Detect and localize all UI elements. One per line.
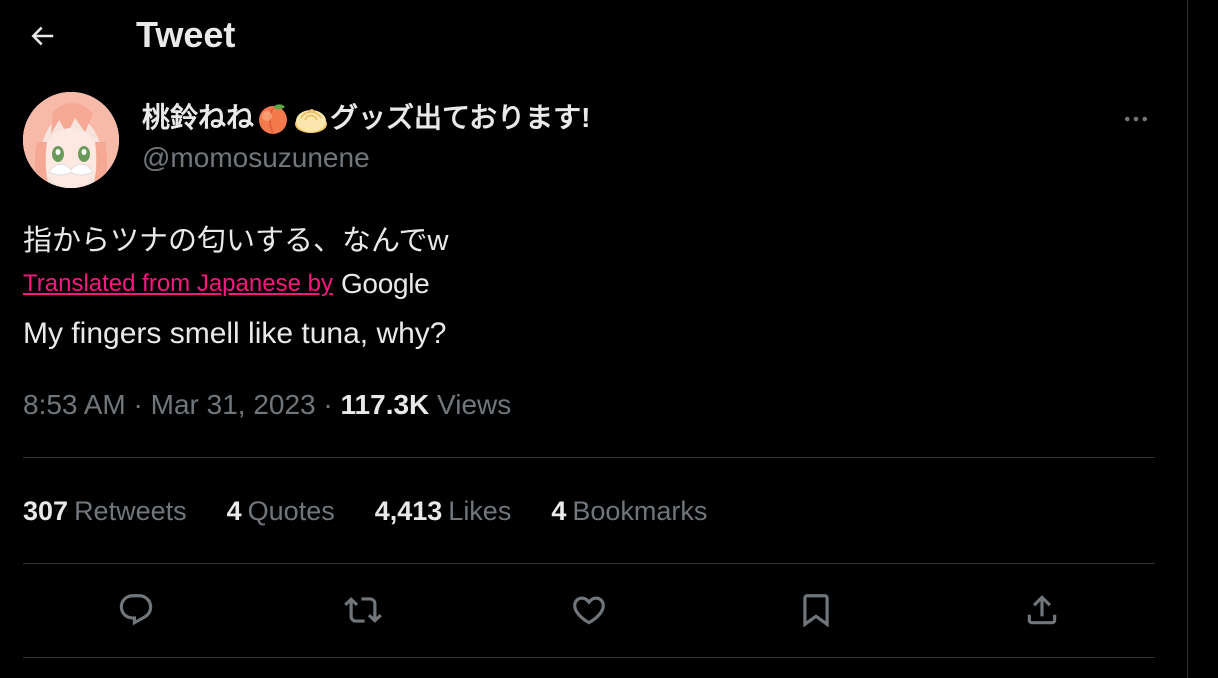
tweet-text: 指からツナの匂いする、なんでw — [23, 225, 449, 257]
reply-icon — [117, 591, 155, 629]
likes-label: Likes — [448, 495, 512, 526]
share-icon — [1023, 591, 1061, 629]
action-bar — [0, 580, 1187, 640]
divider — [23, 457, 1155, 458]
divider — [23, 563, 1155, 564]
bookmark-button[interactable] — [792, 586, 840, 634]
views-count: 117.3K — [340, 389, 430, 420]
bookmarks-stat[interactable]: 4 Bookmarks — [551, 496, 707, 527]
avatar[interactable] — [23, 92, 119, 188]
retweet-icon — [344, 591, 382, 629]
like-button[interactable] — [565, 586, 613, 634]
share-button[interactable] — [1018, 586, 1066, 634]
quotes-stat[interactable]: 4 Quotes — [227, 496, 335, 527]
reply-button[interactable] — [112, 586, 160, 634]
retweets-count: 307 — [23, 495, 69, 526]
display-name[interactable]: 桃鈴ねね グッズ出ております! — [142, 100, 591, 136]
translated-from-link[interactable]: Translated from Japanese by — [23, 270, 333, 298]
likes-count: 4,413 — [374, 495, 443, 526]
bookmark-icon — [797, 591, 835, 629]
peach-emoji — [255, 100, 291, 136]
likes-stat[interactable]: 4,413 Likes — [375, 496, 512, 527]
quotes-label: Quotes — [247, 495, 335, 526]
retweet-button[interactable] — [339, 586, 387, 634]
retweets-label: Retweets — [74, 495, 187, 526]
translated-text: My fingers smell like tuna, why? — [23, 317, 447, 350]
tweet-stats: 307 Retweets 4 Quotes 4,413 Likes 4 Bookmark… — [23, 492, 747, 530]
column-border — [1187, 0, 1188, 678]
tweet-meta: 8:53 AM · Mar 31, 2023 · 117.3K Views — [23, 388, 511, 422]
display-name-text: 桃鈴ねね — [142, 102, 255, 133]
like-icon — [570, 591, 608, 629]
dumpling-emoji — [293, 100, 329, 136]
avatar-image — [23, 92, 119, 188]
back-button[interactable] — [22, 16, 62, 56]
display-name-suffix: グッズ出ております! — [330, 102, 591, 133]
tweet-time[interactable]: 8:53 AM — [23, 389, 126, 420]
more-options-button[interactable] — [1114, 100, 1158, 138]
meta-separator: · — [133, 389, 143, 420]
more-icon — [1121, 104, 1151, 134]
views-label: Views — [437, 389, 512, 420]
bookmarks-label: Bookmarks — [572, 495, 708, 526]
translation-attribution: Translated from Japanese by Google — [23, 268, 430, 300]
retweets-stat[interactable]: 307 Retweets — [23, 496, 187, 527]
quotes-count: 4 — [226, 495, 242, 526]
user-handle[interactable]: @momosuzunene — [142, 141, 370, 175]
divider — [23, 657, 1155, 658]
tweet-header: Tweet — [0, 0, 1187, 70]
page-title: Tweet — [136, 14, 236, 55]
bookmarks-count: 4 — [551, 495, 567, 526]
google-logo: Google — [340, 268, 430, 299]
tweet-date[interactable]: Mar 31, 2023 — [151, 389, 316, 420]
meta-separator: · — [323, 389, 333, 420]
arrow-left-icon — [27, 21, 57, 51]
